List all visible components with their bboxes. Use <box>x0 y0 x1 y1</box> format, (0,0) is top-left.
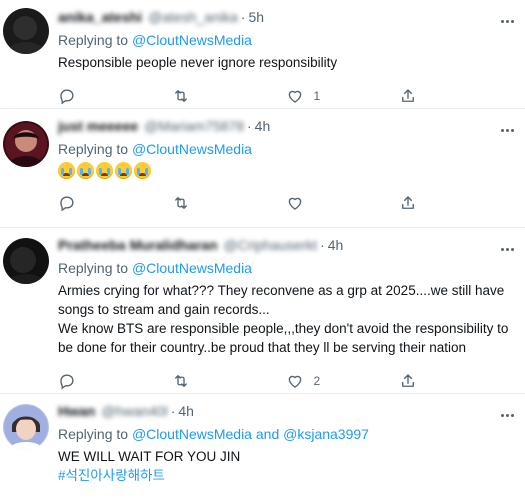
mention-link[interactable]: @ksjana3997 <box>283 426 369 442</box>
replying-to: Replying to @CloutNewsMedia and @ksjana3… <box>58 426 369 442</box>
like-button[interactable] <box>286 194 400 212</box>
mention-joiner: and <box>255 426 280 442</box>
emoji-row <box>58 162 513 179</box>
tweet-header: Pratheeba Muralidharan @Criphauserkt · 4… <box>58 228 513 256</box>
separator-dot: · <box>170 403 176 419</box>
tweet-actions: 2 <box>58 371 513 391</box>
user-handle[interactable]: @hwan40l <box>101 403 167 419</box>
display-name[interactable]: anika_ateshi <box>58 9 142 25</box>
user-handle[interactable]: @atesh_anika <box>148 9 238 25</box>
reply-tweet[interactable]: just meeeee @Mariam75878 · 4h Replying t… <box>0 109 525 228</box>
crying-face-icon <box>96 162 113 179</box>
reply-tweet[interactable]: anika_ateshi @atesh_anika · 5h Replying … <box>0 0 525 109</box>
retweet-icon <box>174 90 187 102</box>
like-icon <box>288 90 301 103</box>
mention-link[interactable]: @CloutNewsMedia <box>132 32 252 48</box>
more-icon[interactable] <box>501 238 521 251</box>
separator-dot: · <box>320 237 325 253</box>
more-icon[interactable] <box>501 119 521 132</box>
user-handle[interactable]: @Mariam75878 <box>144 118 244 134</box>
share-button[interactable] <box>399 372 513 390</box>
reply-tweet[interactable]: Hwan @hwan40l · 4h Replying to @CloutNew… <box>0 394 525 500</box>
timestamp[interactable]: 4h <box>178 403 194 419</box>
like-icon <box>288 197 301 210</box>
separator-dot: · <box>246 118 252 134</box>
more-icon[interactable] <box>501 10 521 23</box>
reply-icon <box>60 89 74 105</box>
reply-button[interactable] <box>58 87 172 105</box>
display-name[interactable]: just meeeee <box>58 118 138 134</box>
crying-face-icon <box>77 162 94 179</box>
tweet-text: Responsible people never ignore responsi… <box>58 55 338 70</box>
reply-icon <box>60 374 74 390</box>
reply-button[interactable] <box>58 372 172 390</box>
like-button[interactable]: 1 <box>286 87 400 105</box>
more-icon[interactable] <box>501 404 521 417</box>
tweet-header: Hwan @hwan40l · 4h <box>58 394 513 422</box>
display-name[interactable]: Pratheeba Muralidharan <box>58 237 218 253</box>
retweet-icon <box>174 375 187 387</box>
tweet-actions: 1 <box>58 86 513 106</box>
retweet-button[interactable] <box>172 372 286 390</box>
user-handle[interactable]: @Criphauserkt <box>224 237 318 253</box>
reply-icon <box>60 196 74 212</box>
timestamp[interactable]: 5h <box>248 9 264 25</box>
mention-link[interactable]: @CloutNewsMedia <box>132 260 252 276</box>
retweet-button[interactable] <box>172 194 286 212</box>
tweet-header: just meeeee @Mariam75878 · 4h <box>58 109 513 137</box>
reply-tweet[interactable]: Pratheeba Muralidharan @Criphauserkt · 4… <box>0 228 525 394</box>
separator-dot: · <box>240 9 246 25</box>
tweet-actions <box>58 193 513 213</box>
avatar[interactable] <box>3 404 49 450</box>
avatar[interactable] <box>3 8 49 54</box>
timestamp[interactable]: 4h <box>255 118 271 134</box>
mention-link[interactable]: @CloutNewsMedia <box>132 141 252 157</box>
timestamp[interactable]: 4h <box>328 237 344 253</box>
crying-face-icon <box>134 162 151 179</box>
mention-link[interactable]: @CloutNewsMedia <box>132 426 252 442</box>
share-icon <box>402 374 415 387</box>
tweet-text: Armies crying for what??? They reconvene… <box>58 283 509 355</box>
share-icon <box>402 89 415 102</box>
hashtag-link[interactable]: #석진아사랑해하트 <box>58 466 513 485</box>
share-button[interactable] <box>399 87 513 105</box>
tweet-text: WE WILL WAIT FOR YOU JIN <box>58 449 241 464</box>
like-icon <box>288 375 301 388</box>
replying-to: Replying to @CloutNewsMedia <box>58 141 252 157</box>
replying-to: Replying to @CloutNewsMedia <box>58 32 252 48</box>
reply-button[interactable] <box>58 194 172 212</box>
share-icon <box>402 196 415 209</box>
share-button[interactable] <box>399 194 513 212</box>
tweet-header: anika_ateshi @atesh_anika · 5h <box>58 0 513 28</box>
avatar[interactable] <box>3 238 49 284</box>
crying-face-icon <box>58 162 75 179</box>
replies-feed: anika_ateshi @atesh_anika · 5h Replying … <box>0 0 525 500</box>
like-button[interactable]: 2 <box>286 372 400 390</box>
retweet-icon <box>174 197 187 209</box>
replying-to: Replying to @CloutNewsMedia <box>58 260 252 276</box>
avatar[interactable] <box>3 121 49 167</box>
crying-face-icon <box>115 162 132 179</box>
retweet-button[interactable] <box>172 87 286 105</box>
display-name[interactable]: Hwan <box>58 403 95 419</box>
